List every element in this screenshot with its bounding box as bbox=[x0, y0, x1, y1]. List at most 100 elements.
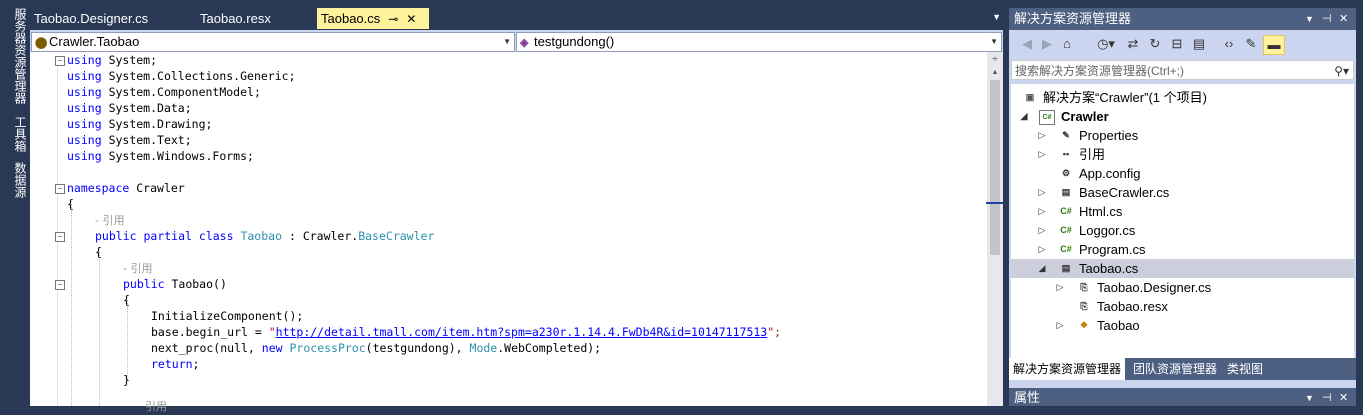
pin-icon[interactable]: ⊣ bbox=[1322, 388, 1332, 408]
collapsed-arrow-icon[interactable]: ▷ bbox=[1037, 202, 1047, 221]
close-icon[interactable]: ✕ bbox=[1339, 388, 1348, 408]
forward-icon[interactable]: ▶ bbox=[1037, 35, 1057, 53]
code-line: using System; bbox=[67, 52, 157, 68]
keyword: using bbox=[67, 85, 102, 99]
collapsed-arrow-icon[interactable]: ▷ bbox=[1055, 316, 1065, 335]
chevron-down-icon[interactable]: ▼ bbox=[1305, 8, 1314, 30]
code-text: System; bbox=[108, 53, 158, 67]
server-explorer-tab[interactable]: 服务器资源管理器 bbox=[4, 8, 27, 104]
code-lens[interactable]: - 引用 bbox=[123, 260, 152, 276]
tree-item-project[interactable]: ◢ C# Crawler bbox=[1011, 107, 1354, 126]
brace: { bbox=[67, 197, 74, 211]
collapse-icon[interactable]: − bbox=[55, 280, 65, 290]
tab-class-view[interactable]: 类视图 bbox=[1223, 358, 1267, 380]
close-icon[interactable]: ✕ bbox=[406, 9, 416, 30]
outline-margin bbox=[57, 56, 58, 406]
collapse-icon[interactable]: − bbox=[55, 184, 65, 194]
chevron-down-icon: ▼ bbox=[503, 37, 511, 46]
tree-item-references[interactable]: ▷ ▪▪ 引用 bbox=[1011, 145, 1354, 164]
tree-item-label: Taobao bbox=[1097, 318, 1140, 333]
keyword: class bbox=[198, 229, 234, 243]
collapsed-arrow-icon[interactable]: ▷ bbox=[1037, 240, 1047, 259]
type-name: Mode bbox=[469, 341, 498, 355]
form-file-icon: ▤ bbox=[1061, 263, 1071, 273]
keyword: using bbox=[67, 101, 102, 115]
tree-item-program-cs[interactable]: ▷ C# Program.cs bbox=[1011, 240, 1354, 259]
tree-item-app-config[interactable]: ⚙ App.config bbox=[1011, 164, 1354, 183]
tree-item-solution[interactable]: ▣ 解决方案“Crawler”(1 个项目) bbox=[1011, 88, 1354, 107]
search-icon[interactable]: ⚲▾ bbox=[1334, 61, 1349, 81]
collapsed-arrow-icon[interactable]: ▷ bbox=[1037, 183, 1047, 202]
indent-guide bbox=[127, 300, 128, 380]
indent-guide bbox=[71, 204, 72, 406]
close-icon[interactable]: ✕ bbox=[1339, 8, 1348, 30]
tab-team-explorer[interactable]: 团队资源管理器 bbox=[1129, 358, 1221, 380]
keyword: public bbox=[123, 277, 165, 291]
scrollbar-thumb[interactable] bbox=[990, 80, 1000, 255]
tree-item-properties[interactable]: ▷ ✎ Properties bbox=[1011, 126, 1354, 145]
data-sources-tab[interactable]: 数据源 bbox=[4, 162, 27, 198]
tab-taobao-designer[interactable]: Taobao.Designer.cs bbox=[30, 8, 192, 29]
code-line: using System.Windows.Forms; bbox=[67, 148, 254, 164]
editor-scrollbar[interactable]: ÷ ▲ bbox=[986, 52, 1003, 406]
code-line: return; bbox=[151, 356, 199, 372]
tree-item-html-cs[interactable]: ▷ C# Html.cs bbox=[1011, 202, 1354, 221]
tree-item-taobao-designer[interactable]: ▷ ⎘ Taobao.Designer.cs bbox=[1011, 278, 1354, 297]
back-icon[interactable]: ◀ bbox=[1017, 35, 1037, 53]
url-link[interactable]: http://detail.tmall.com/item.htm?spm=a23… bbox=[276, 325, 768, 339]
sync-icon[interactable]: ⇄ bbox=[1123, 35, 1143, 53]
pin-icon[interactable]: ⊸ bbox=[388, 9, 398, 30]
collapse-icon[interactable]: − bbox=[55, 232, 65, 242]
tree-item-basecrawler[interactable]: ▷ ▤ BaseCrawler.cs bbox=[1011, 183, 1354, 202]
code-line: namespace Crawler bbox=[67, 180, 185, 196]
tree-item-loggor-cs[interactable]: ▷ C# Loggor.cs bbox=[1011, 221, 1354, 240]
toolbox-tab[interactable]: 工具箱 bbox=[4, 116, 27, 152]
collapsed-arrow-icon[interactable]: ▷ bbox=[1037, 126, 1047, 145]
code-text: System.Data; bbox=[108, 101, 192, 115]
tab-taobao-cs[interactable]: Taobao.cs ⊸ ✕ bbox=[317, 8, 429, 29]
history-icon[interactable]: ◷▾ bbox=[1091, 35, 1121, 53]
collapsed-arrow-icon[interactable]: ▷ bbox=[1037, 221, 1047, 240]
tab-solution-explorer[interactable]: 解决方案资源管理器 bbox=[1009, 358, 1126, 380]
search-placeholder: 搜索解决方案资源管理器(Ctrl+;) bbox=[1015, 64, 1184, 78]
collapsed-arrow-icon[interactable]: ▷ bbox=[1037, 145, 1047, 164]
solution-tree[interactable]: ▣ 解决方案“Crawler”(1 个项目) ◢ C# Crawler ▷ ✎ … bbox=[1011, 84, 1354, 360]
member-selector[interactable]: ◈ testgundong() ▼ bbox=[516, 32, 1002, 52]
code-text: System.Windows.Forms; bbox=[108, 149, 254, 163]
keyword: new bbox=[261, 341, 283, 355]
refresh-icon[interactable]: ↻ bbox=[1145, 35, 1165, 53]
expanded-arrow-icon[interactable]: ◢ bbox=[1037, 259, 1047, 278]
tree-item-taobao-class[interactable]: ▷ ❖ Taobao bbox=[1011, 316, 1354, 335]
code-editor[interactable]: − − − − using System; using System.Colle… bbox=[30, 52, 987, 413]
tree-item-label: Taobao.cs bbox=[1079, 261, 1139, 276]
chevron-down-icon[interactable]: ▼ bbox=[1305, 388, 1314, 408]
config-file-icon: ⚙ bbox=[1061, 168, 1071, 178]
reference-count: - 引用 bbox=[95, 214, 125, 227]
class-selector[interactable]: ⬤ Crawler.Taobao ▼ bbox=[31, 32, 515, 52]
tree-item-taobao-cs[interactable]: ◢ ▤ Taobao.cs bbox=[1011, 259, 1354, 278]
code-line: next_proc(null, new ProcessProc(testgund… bbox=[151, 340, 601, 356]
resx-file-icon: ⎘ bbox=[1080, 301, 1088, 311]
view-code-icon[interactable]: ‹› bbox=[1219, 35, 1239, 53]
show-all-files-icon[interactable]: ▤ bbox=[1189, 35, 1209, 53]
keyword: public bbox=[95, 229, 137, 243]
tab-taobao-resx[interactable]: Taobao.resx bbox=[196, 8, 310, 29]
collapse-icon[interactable]: − bbox=[55, 56, 65, 66]
code-line: { bbox=[67, 196, 74, 212]
expanded-arrow-icon[interactable]: ◢ bbox=[1019, 107, 1029, 126]
chevron-down-icon: ▼ bbox=[990, 37, 998, 46]
collapse-all-icon[interactable]: ⊟ bbox=[1167, 35, 1187, 53]
collapsed-arrow-icon[interactable]: ▷ bbox=[1055, 278, 1065, 297]
code-lens[interactable]: 引用 bbox=[145, 398, 167, 414]
wrench-icon[interactable]: ✎ bbox=[1241, 35, 1261, 53]
preview-selected-icon[interactable]: ▬ bbox=[1263, 35, 1285, 55]
tab-list-dropdown-icon[interactable]: ▼ bbox=[992, 12, 1001, 22]
solution-search-input[interactable]: 搜索解决方案资源管理器(Ctrl+;) ⚲▾ bbox=[1011, 60, 1354, 80]
scroll-up-icon[interactable]: ▲ bbox=[989, 68, 1001, 78]
code-lens[interactable]: - 引用 bbox=[95, 212, 124, 228]
tree-item-taobao-resx[interactable]: ⎘ Taobao.resx bbox=[1011, 297, 1354, 316]
brace: { bbox=[123, 293, 130, 307]
home-icon[interactable]: ⌂ bbox=[1057, 35, 1077, 53]
split-icon[interactable]: ÷ bbox=[989, 54, 1001, 66]
pin-icon[interactable]: ⊣ bbox=[1322, 8, 1332, 30]
